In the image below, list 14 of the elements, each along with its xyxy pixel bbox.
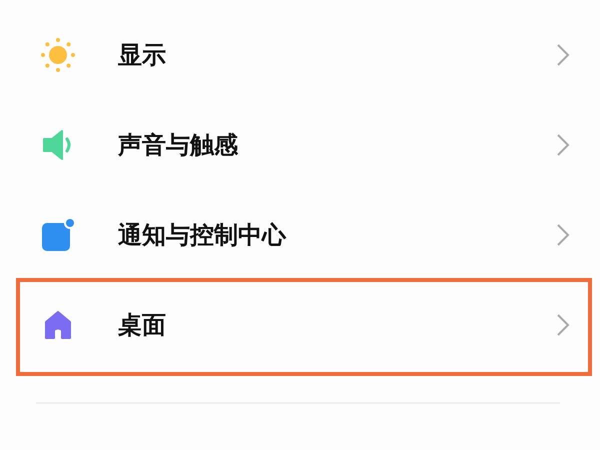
sun-icon	[40, 37, 76, 73]
chevron-icon	[556, 133, 570, 157]
item-label: 桌面	[118, 310, 167, 341]
item-label: 显示	[118, 40, 167, 71]
chevron-icon	[556, 313, 570, 337]
item-label: 声音与触感	[118, 130, 239, 161]
chevron-icon	[556, 223, 570, 247]
settings-item[interactable]: 显示	[0, 10, 600, 100]
chevron-icon	[556, 43, 570, 67]
settings-item[interactable]: 桌面	[0, 280, 600, 370]
settings-item[interactable]: 声音与触感	[0, 100, 600, 190]
notification-icon	[40, 217, 76, 253]
item-label: 通知与控制中心	[118, 220, 288, 251]
settings-item[interactable]: 通知与控制中心	[0, 190, 600, 280]
